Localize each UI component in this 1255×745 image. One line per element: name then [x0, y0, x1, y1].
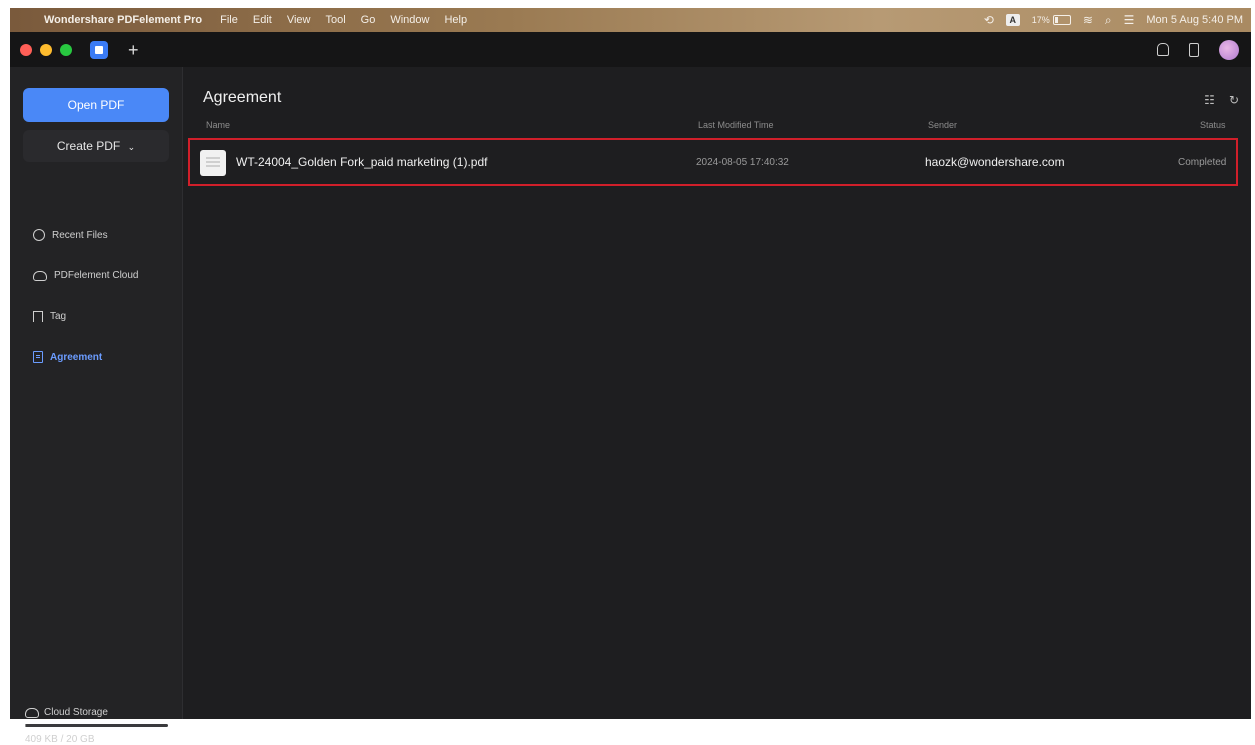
document-icon — [33, 351, 43, 363]
main-content: Agreement ☷ ↻ Name Last Modified Time Se… — [183, 67, 1251, 719]
sidebar-item-recent-files[interactable]: Recent Files — [33, 229, 108, 241]
menu-go[interactable]: Go — [361, 14, 376, 26]
minimize-window-button[interactable] — [40, 43, 52, 56]
avatar[interactable] — [1219, 39, 1239, 60]
page-title: Agreement — [203, 89, 282, 106]
app-menu[interactable]: Wondershare PDFelement Pro — [44, 14, 202, 26]
refresh-icon[interactable]: ↻ — [1229, 93, 1239, 107]
cloud-storage-link[interactable]: Cloud Storage — [25, 707, 108, 718]
menu-tool[interactable]: Tool — [325, 14, 345, 26]
battery-icon — [1052, 15, 1071, 25]
table-row[interactable]: WT-24004_Golden Fork_paid marketing (1).… — [188, 138, 1238, 186]
sender-email: haozk@wondershare.com — [925, 155, 1065, 169]
column-header-sender[interactable]: Sender — [928, 120, 957, 130]
sidebar-item-label: Tag — [50, 311, 67, 322]
input-source-icon[interactable]: A — [1005, 14, 1020, 26]
zoom-window-button[interactable] — [60, 43, 72, 56]
wifi-icon[interactable]: ≋ — [1083, 13, 1093, 27]
last-modified-time: 2024-08-05 17:40:32 — [696, 157, 789, 168]
sidebar-item-pdfelement-cloud[interactable]: PDFelement Cloud — [33, 270, 138, 281]
list-view-icon[interactable]: ☷ — [1204, 93, 1215, 107]
column-header-name[interactable]: Name — [206, 120, 230, 130]
menu-view[interactable]: View — [287, 14, 311, 26]
storage-progress-bar — [25, 724, 168, 727]
mobile-device-icon[interactable] — [1189, 42, 1199, 57]
search-icon[interactable]: ⌕ — [1105, 13, 1112, 28]
column-header-status[interactable]: Status — [1200, 120, 1226, 130]
chevron-down-icon: ⌄ — [127, 142, 136, 152]
pdf-thumbnail — [200, 150, 226, 176]
column-header-last-modified[interactable]: Last Modified Time — [698, 120, 774, 130]
app-window: + Open PDF Create PDF ⌄ Recent Files PDF… — [10, 32, 1251, 745]
control-center-icon[interactable]: ☰ — [1124, 13, 1135, 27]
menu-help[interactable]: Help — [444, 14, 467, 26]
notification-bell-icon[interactable] — [1157, 43, 1169, 56]
create-pdf-label: Create PDF — [56, 139, 121, 153]
cloud-storage-label: Cloud Storage — [44, 707, 108, 718]
menu-edit[interactable]: Edit — [253, 14, 272, 26]
sidebar-item-tag[interactable]: Tag — [33, 311, 66, 322]
cloud-icon — [25, 707, 39, 718]
menu-window[interactable]: Window — [390, 14, 429, 26]
title-bar: + — [10, 32, 1251, 67]
battery-indicator[interactable]: 17% — [1032, 15, 1071, 25]
create-pdf-button[interactable]: Create PDF ⌄ — [23, 130, 169, 162]
sidebar-item-label: Agreement — [50, 351, 103, 363]
menu-bar-clock[interactable]: Mon 5 Aug 5:40 PM — [1146, 14, 1243, 26]
sidebar-item-agreement[interactable]: Agreement — [33, 351, 102, 363]
macos-menu-bar: Wondershare PDFelement Pro File Edit Vie… — [10, 8, 1251, 32]
close-window-button[interactable] — [20, 43, 32, 56]
file-name: WT-24004_Golden Fork_paid marketing (1).… — [236, 155, 488, 169]
clock-icon — [33, 229, 45, 241]
open-pdf-button[interactable]: Open PDF — [23, 88, 169, 122]
storage-usage-text: 409 KB / 20 GB — [25, 734, 95, 745]
home-tab-icon[interactable] — [90, 40, 108, 59]
sidebar-item-label: Recent Files — [52, 229, 108, 241]
time-machine-icon[interactable]: ⟲ — [984, 13, 994, 27]
sidebar: Open PDF Create PDF ⌄ Recent Files PDFel… — [10, 67, 183, 745]
status-area: ⟲ A 17% ≋ ⌕ ☰ Mon 5 Aug 5:40 PM — [984, 13, 1251, 28]
cloud-icon — [33, 270, 47, 281]
sidebar-item-label: PDFelement Cloud — [54, 270, 139, 281]
status-badge: Completed — [1178, 157, 1227, 168]
tag-icon — [33, 311, 43, 322]
battery-percent: 17% — [1031, 15, 1050, 25]
menu-file[interactable]: File — [220, 14, 238, 26]
new-tab-icon[interactable]: + — [128, 41, 139, 59]
storage-progress-fill — [25, 724, 26, 727]
